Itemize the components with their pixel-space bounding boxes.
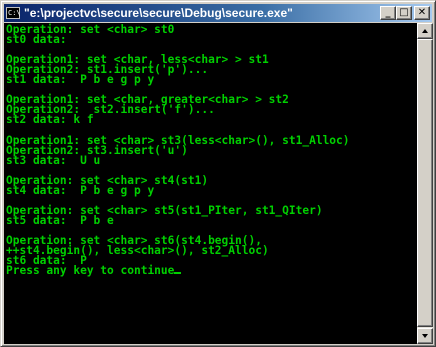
console-line: st3 data: U u (6, 153, 101, 167)
maximize-button[interactable]: □ (396, 6, 412, 20)
close-icon: ✕ (417, 7, 427, 18)
console-line: st1 data: P b e g p y (6, 73, 155, 87)
text-cursor (174, 272, 182, 275)
scroll-down-button[interactable] (417, 328, 433, 344)
minimize-button[interactable]: _ (380, 6, 396, 20)
console-output[interactable]: Operation: set <char> st0 st0 data: Operat… (4, 23, 417, 344)
maximize-icon: □ (399, 7, 409, 18)
window-title: "e:\projectvc\secure\secure\Debug\secure… (24, 6, 293, 20)
minimize-icon: _ (385, 7, 391, 18)
vertical-scrollbar[interactable] (417, 23, 433, 344)
close-button[interactable]: ✕ (414, 6, 430, 20)
console-line: st2 data: k f (6, 113, 94, 127)
console-line: st4 data: P b e g p y (6, 183, 155, 197)
console-icon[interactable]: C:\ (6, 7, 21, 19)
scroll-down-arrow-icon (422, 334, 428, 338)
console-line: st5 data: P b e (6, 213, 114, 227)
title-bar[interactable]: C:\ "e:\projectvc\secure\secure\Debug\se… (4, 4, 432, 22)
scroll-up-arrow-icon (422, 29, 428, 33)
console-line: Operation: set <char> st0 (6, 23, 175, 36)
scrollbar-thumb[interactable] (417, 39, 433, 327)
console-line: Press any key to continue (6, 265, 417, 276)
scroll-up-button[interactable] (417, 23, 433, 39)
console-line: st0 data: (6, 33, 67, 47)
console-text-area: Operation: set <char> st0 st0 data: Operat… (4, 23, 417, 276)
console-window: C:\ "e:\projectvc\secure\secure\Debug\se… (0, 0, 436, 347)
